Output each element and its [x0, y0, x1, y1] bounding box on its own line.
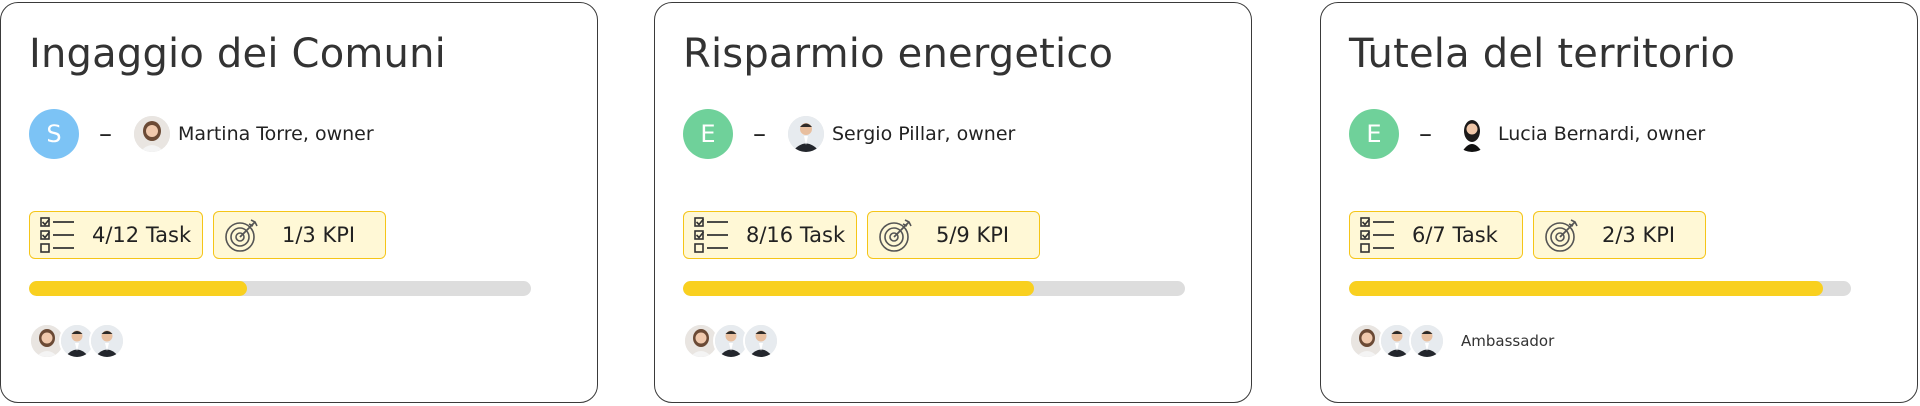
kpi-count: 2/3 KPI	[1602, 223, 1676, 247]
man-suit-avatar-icon	[788, 116, 824, 152]
project-board: Ingaggio dei Comuni S – Martina Torre, o…	[0, 0, 1920, 406]
kpi-badge[interactable]: 2/3 KPI	[1533, 211, 1706, 259]
member-role-label: Ambassador	[1461, 332, 1555, 350]
card-title[interactable]: Risparmio energetico	[683, 31, 1113, 77]
member-avatars[interactable]	[29, 323, 141, 359]
member-avatars[interactable]	[683, 323, 795, 359]
initial-avatar[interactable]: E	[683, 109, 733, 159]
checklist-icon	[694, 217, 728, 253]
owner-row: E – Lucia Bernardi, owner	[1349, 109, 1705, 159]
stat-row: 8/16 Task 5/9 KPI	[683, 211, 1050, 259]
tasks-count: 6/7 Task	[1412, 223, 1498, 247]
tasks-count: 8/16 Task	[746, 223, 846, 247]
owner-avatar[interactable]	[134, 116, 170, 152]
stat-row: 4/12 Task 1/3 KPI	[29, 211, 396, 259]
project-card[interactable]: Ingaggio dei Comuni S – Martina Torre, o…	[0, 2, 598, 403]
member-avatars[interactable]: Ambassador	[1349, 323, 1554, 359]
member-avatar[interactable]	[743, 323, 779, 359]
progress-fill	[29, 281, 248, 296]
owner-row: E – Sergio Pillar, owner	[683, 109, 1015, 159]
tasks-badge[interactable]: 4/12 Task	[29, 211, 203, 259]
project-card[interactable]: Risparmio energetico E – Sergio Pillar, …	[654, 2, 1252, 403]
project-card[interactable]: Tutela del territorio E – Lucia Bernardi…	[1320, 2, 1918, 403]
owner-name: Martina Torre, owner	[178, 123, 374, 145]
progress-bar	[1349, 281, 1851, 296]
checklist-icon	[1360, 217, 1394, 253]
checklist-icon	[40, 217, 74, 253]
separator-dash: –	[1419, 119, 1432, 149]
kpi-count: 1/3 KPI	[282, 223, 356, 247]
target-icon	[225, 219, 258, 252]
progress-fill	[683, 281, 1035, 296]
man-suit-avatar-icon	[91, 325, 123, 357]
owner-avatar[interactable]	[788, 116, 824, 152]
initial-avatar[interactable]: S	[29, 109, 79, 159]
initial-avatar[interactable]: E	[1349, 109, 1399, 159]
card-title[interactable]: Tutela del territorio	[1349, 31, 1735, 77]
owner-row: S – Martina Torre, owner	[29, 109, 374, 159]
separator-dash: –	[753, 119, 766, 149]
target-icon	[879, 219, 912, 252]
target-icon	[1545, 219, 1578, 252]
progress-bar	[683, 281, 1185, 296]
tasks-count: 4/12 Task	[92, 223, 192, 247]
kpi-badge[interactable]: 5/9 KPI	[867, 211, 1040, 259]
man-suit-avatar-icon	[1411, 325, 1443, 357]
progress-bar	[29, 281, 531, 296]
card-title[interactable]: Ingaggio dei Comuni	[29, 31, 446, 77]
man-suit-avatar-icon	[745, 325, 777, 357]
owner-avatar[interactable]	[1454, 116, 1490, 152]
progress-fill	[1349, 281, 1824, 296]
owner-name: Lucia Bernardi, owner	[1498, 123, 1706, 145]
stat-row: 6/7 Task 2/3 KPI	[1349, 211, 1716, 259]
woman-avatar-icon	[134, 116, 170, 152]
member-avatar[interactable]	[1409, 323, 1445, 359]
kpi-count: 5/9 KPI	[936, 223, 1010, 247]
tasks-badge[interactable]: 8/16 Task	[683, 211, 857, 259]
owner-name: Sergio Pillar, owner	[832, 123, 1016, 145]
woman-dark-hair-avatar-icon	[1454, 116, 1490, 152]
tasks-badge[interactable]: 6/7 Task	[1349, 211, 1523, 259]
member-avatar[interactable]	[89, 323, 125, 359]
kpi-badge[interactable]: 1/3 KPI	[213, 211, 386, 259]
separator-dash: –	[99, 119, 112, 149]
